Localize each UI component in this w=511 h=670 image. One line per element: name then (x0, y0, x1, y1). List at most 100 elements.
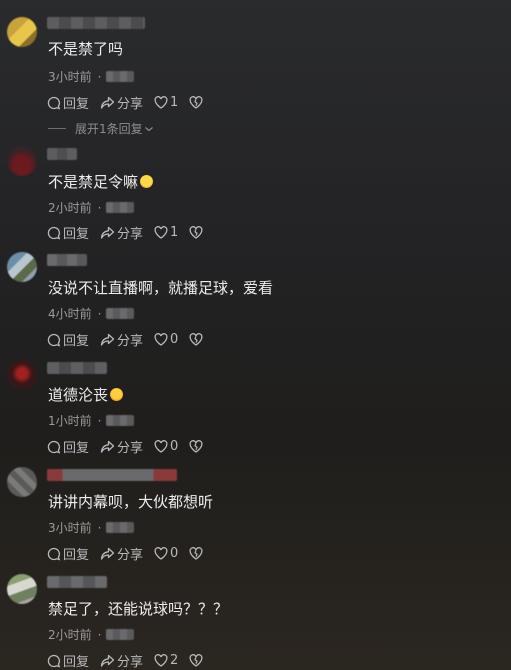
like-button[interactable]: 0 (154, 546, 178, 561)
expand-replies-label: 展开1条回复 (75, 122, 143, 136)
broken-heart-icon (189, 96, 203, 109)
comment-actions: 回复 分享 0 (47, 330, 216, 349)
dislike-button[interactable] (189, 440, 205, 453)
chevron-down-icon (144, 126, 153, 131)
comment-bubble-icon (47, 226, 61, 239)
avatar[interactable] (7, 17, 37, 47)
username-blurred[interactable] (47, 254, 87, 266)
comment-meta: 4小时前 · (48, 305, 135, 322)
comment-text: 不是禁足令嘛 (48, 172, 154, 192)
dislike-button[interactable] (189, 333, 205, 346)
meta-separator: · (97, 69, 102, 84)
dislike-button[interactable] (189, 547, 205, 560)
avatar[interactable] (7, 146, 37, 176)
comment-meta: 1小时前 · (48, 412, 135, 429)
heart-icon (154, 547, 168, 560)
location-blurred (106, 522, 135, 533)
like-button[interactable]: 0 (154, 332, 178, 347)
laughing-crying-emoji-icon (110, 388, 124, 401)
username-blurred[interactable] (47, 148, 77, 160)
comment-meta: 3小时前 · (48, 519, 135, 536)
meta-separator: · (97, 306, 102, 321)
comment-time: 3小时前 (48, 70, 92, 84)
share-arrow-icon (100, 226, 115, 239)
broken-heart-icon (189, 440, 203, 453)
avatar[interactable] (7, 574, 37, 604)
share-arrow-icon (100, 440, 115, 453)
comment-meta: 2小时前 · (48, 199, 135, 216)
comment-bubble-icon (47, 654, 61, 667)
comment-text: 禁足了，还能说球吗？？？ (48, 600, 229, 618)
expand-replies-button[interactable]: 展开1条回复 (48, 120, 154, 137)
meta-separator: · (97, 200, 102, 215)
share-label: 分享 (117, 441, 144, 456)
comment-actions: 回复 分享 1 (47, 93, 216, 112)
meta-separator: · (97, 627, 102, 642)
meta-separator: · (97, 413, 102, 428)
like-count: 0 (170, 332, 179, 347)
share-label: 分享 (117, 97, 144, 112)
dislike-button[interactable] (189, 96, 205, 109)
reply-button[interactable]: 回复 (47, 437, 89, 456)
share-button[interactable]: 分享 (100, 223, 143, 242)
share-button[interactable]: 分享 (100, 437, 143, 456)
username-blurred[interactable] (47, 17, 145, 29)
share-label: 分享 (117, 334, 144, 349)
like-count: 0 (170, 439, 179, 454)
reply-label: 回复 (63, 334, 90, 349)
comment-time: 2小时前 (48, 201, 92, 215)
share-button[interactable]: 分享 (100, 544, 143, 563)
reply-button[interactable]: 回复 (47, 544, 89, 563)
location-blurred (106, 202, 135, 213)
username-blurred[interactable] (47, 469, 177, 481)
location-blurred (106, 308, 135, 319)
share-arrow-icon (100, 333, 115, 346)
like-button[interactable]: 1 (154, 225, 178, 240)
broken-heart-icon (189, 654, 203, 667)
reply-label: 回复 (63, 655, 90, 670)
like-button[interactable]: 2 (154, 653, 178, 668)
comment-meta: 3小时前 · (48, 68, 135, 85)
comment-text: 没说不让直播啊，就播足球，爱看 (48, 279, 274, 297)
share-arrow-icon (100, 547, 115, 560)
comment-bubble-icon (47, 547, 61, 560)
comment-text: 不是禁了吗 (48, 40, 124, 58)
username-blurred[interactable] (47, 576, 107, 588)
comment-bubble-icon (47, 333, 61, 346)
reply-label: 回复 (63, 548, 90, 563)
heart-icon (154, 654, 168, 667)
like-count: 1 (170, 225, 179, 240)
divider-line (48, 128, 66, 129)
share-button[interactable]: 分享 (100, 93, 143, 112)
reply-button[interactable]: 回复 (47, 93, 89, 112)
broken-heart-icon (189, 226, 203, 239)
avatar[interactable] (7, 467, 37, 497)
like-button[interactable]: 1 (154, 95, 178, 110)
share-button[interactable]: 分享 (100, 651, 143, 670)
heart-icon (154, 333, 168, 346)
share-label: 分享 (117, 227, 144, 242)
comment-text: 讲讲内幕呗，大伙都想听 (48, 493, 214, 511)
comment-actions: 回复 分享 2 (47, 651, 216, 670)
share-arrow-icon (100, 654, 115, 667)
like-count: 1 (170, 95, 179, 110)
share-label: 分享 (117, 655, 144, 670)
reply-button[interactable]: 回复 (47, 330, 89, 349)
dislike-button[interactable] (189, 226, 205, 239)
dislike-button[interactable] (189, 654, 205, 667)
comment-meta: 2小时前 · (48, 626, 135, 643)
reply-button[interactable]: 回复 (47, 223, 89, 242)
avatar[interactable] (7, 360, 37, 390)
heart-icon (154, 96, 168, 109)
reply-label: 回复 (63, 441, 90, 456)
avatar[interactable] (7, 252, 37, 282)
like-button[interactable]: 0 (154, 439, 178, 454)
share-label: 分享 (117, 548, 144, 563)
comment-text-content: 道德沦丧 (48, 386, 109, 404)
share-button[interactable]: 分享 (100, 330, 143, 349)
username-blurred[interactable] (47, 362, 107, 374)
comment-time: 2小时前 (48, 628, 92, 642)
comment-actions: 回复 分享 0 (47, 437, 216, 456)
comment-text: 道德沦丧 (48, 385, 124, 405)
reply-button[interactable]: 回复 (47, 651, 89, 670)
